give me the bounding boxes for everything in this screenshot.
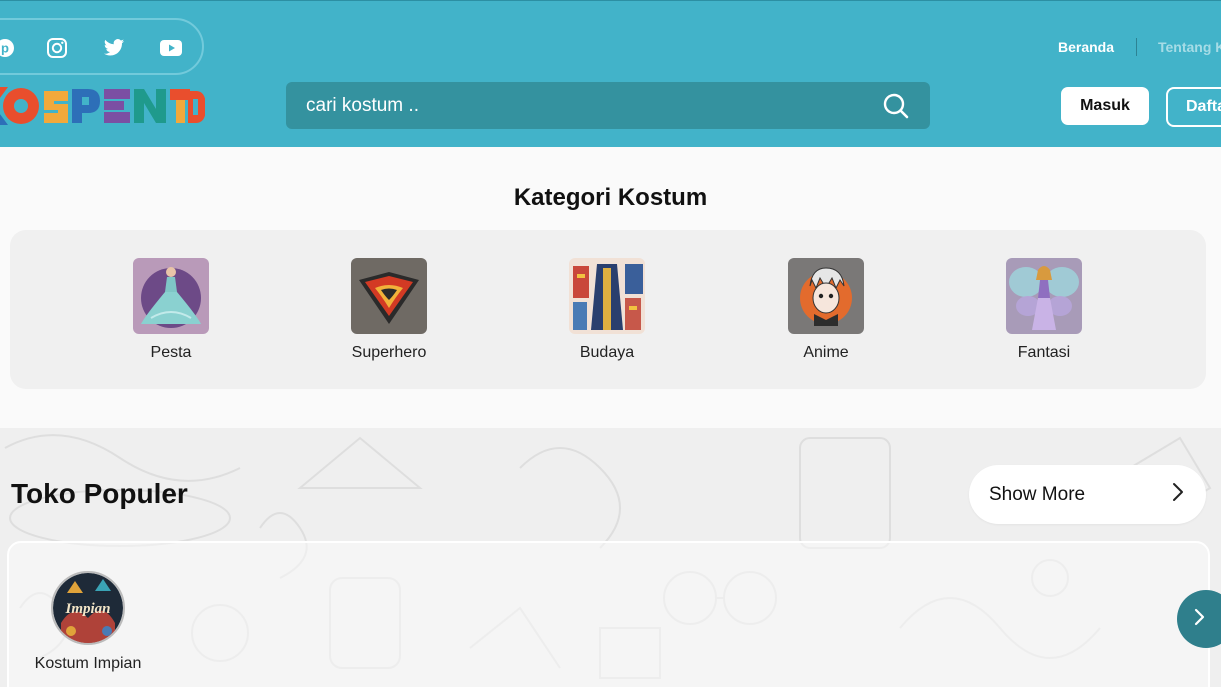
fairy-icon[interactable]	[1006, 258, 1082, 334]
nav-beranda[interactable]: Beranda	[1058, 39, 1114, 55]
store-avatar-text: Impian	[64, 601, 110, 617]
pinterest-icon[interactable]: p	[0, 36, 17, 60]
store-name: Kostum Impian	[34, 655, 142, 672]
category-item-fantasi[interactable]: Fantasi	[974, 258, 1114, 362]
search-icon[interactable]	[882, 92, 910, 120]
party-dress-icon[interactable]	[133, 258, 209, 334]
category-item-pesta[interactable]: Pesta	[101, 258, 241, 362]
twitter-icon[interactable]	[102, 36, 126, 60]
nav-divider	[1136, 38, 1137, 56]
category-label: Fantasi	[1017, 344, 1071, 361]
chevron-right-icon	[1170, 482, 1186, 507]
show-more-label: Show More	[989, 483, 1086, 505]
superhero-emblem-icon[interactable]	[351, 258, 427, 334]
store-card[interactable]: Impian Kostum Impian	[29, 571, 147, 673]
youtube-icon[interactable]	[159, 36, 183, 60]
store-avatar[interactable]: Impian	[51, 571, 125, 645]
category-label: Anime	[803, 344, 849, 361]
category-section: Kategori Kostum Pesta Superhero Budaya A…	[0, 147, 1221, 428]
chevron-right-icon	[1193, 607, 1207, 632]
site-header: p cari kostum .. Beranda Tentang K Masuk…	[0, 0, 1221, 147]
category-label: Pesta	[150, 344, 192, 361]
register-button[interactable]: Dafta	[1166, 87, 1221, 127]
search-input[interactable]: cari kostum ..	[306, 95, 882, 117]
category-label: Superhero	[351, 344, 427, 361]
instagram-icon[interactable]	[45, 36, 69, 60]
category-item-budaya[interactable]: Budaya	[537, 258, 677, 362]
popular-stores-section: Toko Populer Show More Impian Kostum Imp…	[0, 428, 1221, 687]
anime-character-icon[interactable]	[788, 258, 864, 334]
popular-stores-title: Toko Populer	[11, 478, 188, 509]
social-links: p	[0, 18, 204, 75]
category-list: Pesta Superhero Budaya Anime Fantasi	[10, 230, 1206, 389]
login-button[interactable]: Masuk	[1061, 87, 1149, 125]
site-logo[interactable]	[0, 87, 205, 125]
category-label: Budaya	[579, 344, 635, 361]
category-item-anime[interactable]: Anime	[756, 258, 896, 362]
show-more-button[interactable]: Show More	[969, 465, 1206, 524]
category-title: Kategori Kostum	[513, 184, 708, 211]
nav-tentang[interactable]: Tentang K	[1158, 39, 1221, 55]
category-item-superhero[interactable]: Superhero	[319, 258, 459, 362]
popular-stores-list: Impian Kostum Impian	[7, 541, 1210, 687]
svg-text:p: p	[1, 41, 9, 56]
traditional-clothes-icon[interactable]	[569, 258, 645, 334]
search-bar[interactable]: cari kostum ..	[286, 82, 930, 129]
